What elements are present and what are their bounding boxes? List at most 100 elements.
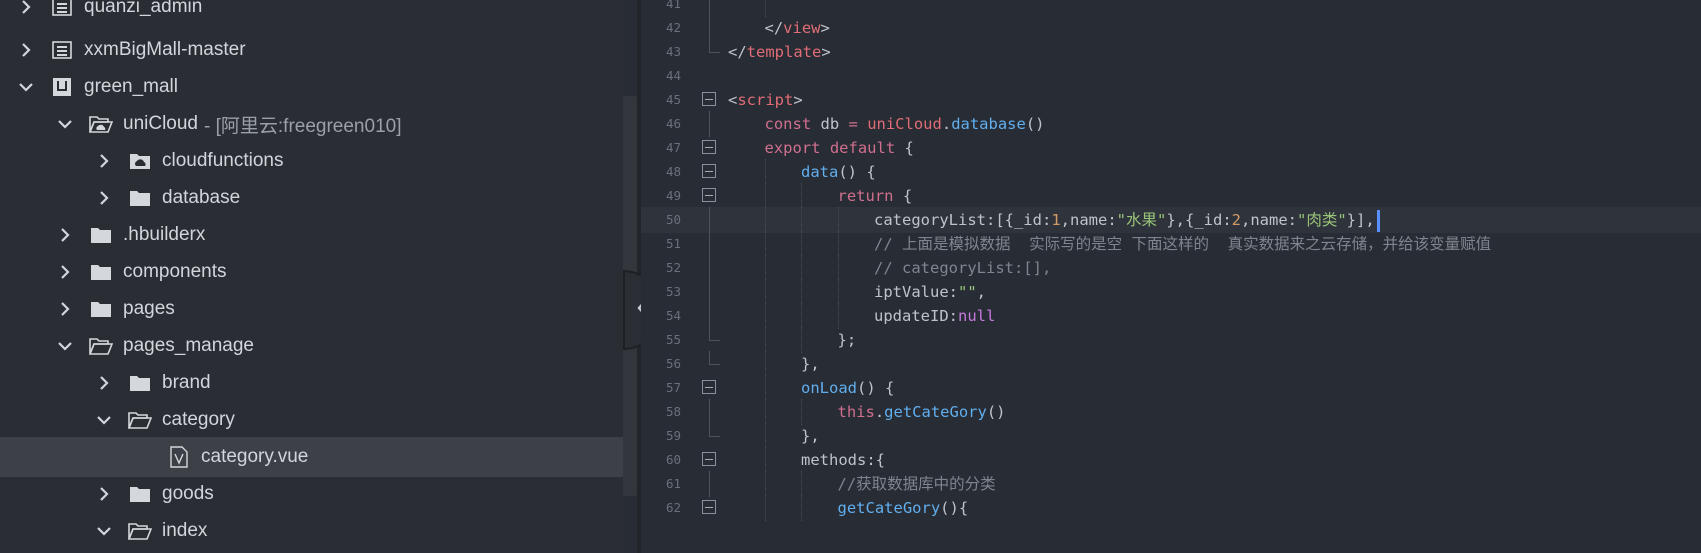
code-editor[interactable]: 41 42 </view> 43 </template> 44 45 <script> 46 co… — [641, 0, 1701, 553]
code-line[interactable]: 55}; — [641, 327, 1701, 353]
chevron-down-icon[interactable] — [57, 116, 73, 132]
code-token: > — [821, 43, 831, 61]
line-number: 54 — [665, 308, 681, 323]
tree-item-category[interactable]: category — [0, 400, 625, 440]
code-line[interactable]: 47 export default { — [641, 135, 1701, 161]
code-line[interactable]: 59}, — [641, 423, 1701, 449]
code-token: }, — [801, 427, 820, 445]
code-line[interactable]: 42 </view> — [641, 15, 1701, 41]
line-number: 44 — [665, 68, 681, 83]
code-text: data() { — [801, 159, 876, 185]
tree-item-cloudfunctions[interactable]: cloudfunctions — [0, 141, 625, 181]
code-text: methods:{ — [801, 447, 885, 473]
fold-toggle-icon[interactable] — [702, 92, 716, 106]
tree-item-index[interactable]: index — [0, 511, 625, 551]
code-token: // 上面是模拟数据 实际写的是空 下面这样的 真实数据来之云存储，并给该变量赋… — [874, 235, 1492, 253]
tree-item-goods[interactable]: goods — [0, 474, 625, 514]
code-line[interactable]: 46 const db = uniCloud.database() — [641, 111, 1701, 137]
fold-toggle-icon[interactable] — [702, 164, 716, 178]
code-line[interactable]: 51 // 上面是模拟数据 实际写的是空 下面这样的 真实数据来之云存储，并给该变… — [641, 231, 1701, 257]
code-line[interactable]: 49 return { — [641, 183, 1701, 209]
chevron-right-icon[interactable] — [18, 42, 34, 58]
code-line[interactable]: 48 data() { — [641, 159, 1701, 185]
tree-item-database[interactable]: database — [0, 178, 625, 218]
code-token: "" — [958, 283, 977, 301]
indent-guide — [801, 255, 802, 281]
chevron-down-icon[interactable] — [96, 412, 112, 428]
chevron-down-icon[interactable] — [57, 338, 73, 354]
chevron-right-icon[interactable] — [18, 0, 34, 15]
chevron-right-icon[interactable] — [57, 227, 73, 243]
code-line[interactable]: 62 getCateGory(){ — [641, 495, 1701, 521]
tree-item-pages[interactable]: pages — [0, 289, 625, 329]
code-line[interactable]: 54 updateID:null — [641, 303, 1701, 329]
code-line[interactable]: 58 this.getCateGory() — [641, 399, 1701, 425]
line-number: 46 — [665, 116, 681, 131]
code-line[interactable]: 44 — [641, 63, 1701, 89]
chevron-right-icon[interactable] — [96, 190, 112, 206]
tree-item-green-mall[interactable]: green_mall — [0, 67, 625, 107]
tree-item-label: cloudfunctions — [162, 150, 284, 171]
tree-item-components[interactable]: components — [0, 252, 625, 292]
code-line[interactable]: 61 //获取数据库中的分类 — [641, 471, 1701, 497]
indent-guide — [801, 183, 802, 209]
chevron-right-icon[interactable] — [57, 264, 73, 280]
code-token: categoryList:[{_id: — [874, 211, 1052, 229]
code-token: < — [728, 91, 738, 109]
chevron-right-icon[interactable] — [57, 301, 73, 317]
line-number: 60 — [665, 452, 681, 467]
code-line[interactable]: 53 iptValue:"", — [641, 279, 1701, 305]
fold-toggle-icon[interactable] — [702, 452, 716, 466]
chevron-right-icon[interactable] — [96, 375, 112, 391]
code-line[interactable]: 43 </template> — [641, 39, 1701, 65]
tree-item-unicloud[interactable]: uniCloud - [阿里云:freegreen010] — [0, 104, 625, 144]
code-line[interactable]: 52 // categoryList:[], — [641, 255, 1701, 281]
indent-guide — [764, 495, 766, 521]
code-line[interactable]: 56}, — [641, 351, 1701, 377]
code-token: "水果" — [1116, 211, 1167, 229]
folder-icon — [128, 186, 152, 210]
chevron-right-icon[interactable] — [96, 153, 112, 169]
code-token: ,name: — [1241, 211, 1297, 229]
code-token: () { — [857, 379, 895, 397]
project-explorer: quanzi_admin xxmBigMall-master green_mall u… — [0, 0, 625, 553]
code-token: iptValue: — [874, 283, 958, 301]
code-text: iptValue:"", — [874, 279, 986, 305]
fold-toggle-icon[interactable] — [702, 188, 716, 202]
tree-item-xxmbigmall-master[interactable]: xxmBigMall-master — [0, 30, 625, 70]
tree-item-category-vue[interactable]: category.vue — [0, 437, 625, 477]
tree-item-pages-manage[interactable]: pages_manage — [0, 326, 625, 366]
tree-item-brand[interactable]: brand — [0, 363, 625, 403]
indent-guide — [801, 279, 802, 305]
code-line[interactable]: 57 onLoad() { — [641, 375, 1701, 401]
code-token: }], — [1346, 211, 1375, 229]
code-text: //获取数据库中的分类 — [838, 471, 996, 497]
line-number: 51 — [665, 236, 681, 251]
folder-open-icon — [128, 519, 152, 543]
line-number: 55 — [665, 332, 681, 347]
fold-toggle-icon[interactable] — [702, 500, 716, 514]
tree-item-label: .hbuilderx — [123, 224, 206, 245]
line-number: 43 — [665, 44, 681, 59]
vue-file-icon — [167, 445, 191, 469]
line-number: 42 — [665, 20, 681, 35]
chevron-down-icon[interactable] — [96, 523, 112, 539]
code-token: data — [801, 163, 839, 181]
code-line[interactable]: 60 methods:{ — [641, 447, 1701, 473]
tree-item-hbuilderx[interactable]: .hbuilderx — [0, 215, 625, 255]
fold-toggle-icon[interactable] — [702, 380, 716, 394]
code-token: // categoryList:[], — [874, 259, 1052, 277]
tree-item-quanzi-admin[interactable]: quanzi_admin — [0, 0, 625, 27]
code-text: this.getCateGory() — [838, 399, 1006, 425]
folder-icon — [128, 371, 152, 395]
project-icon — [50, 0, 74, 19]
code-token: . — [941, 115, 952, 133]
code-line[interactable]: 50 categoryList:[{_id:1,name:"水果"},{_id:2… — [641, 207, 1701, 233]
fold-toggle-icon[interactable] — [702, 140, 716, 154]
chevron-down-icon[interactable] — [18, 79, 34, 95]
fold-range-end — [709, 351, 720, 365]
chevron-right-icon[interactable] — [96, 486, 112, 502]
code-token: { — [895, 139, 914, 157]
line-number: 47 — [665, 140, 681, 155]
code-line[interactable]: 45 <script> — [641, 87, 1701, 113]
